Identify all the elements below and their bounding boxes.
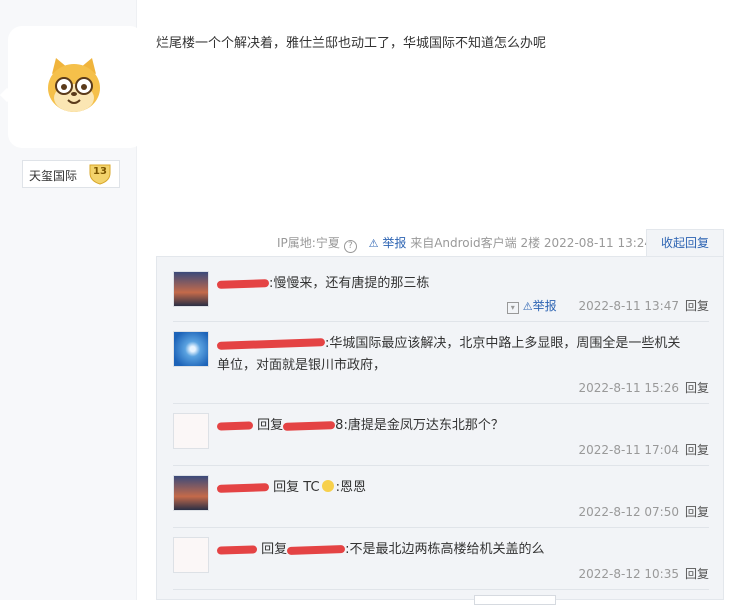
reply-avatar[interactable] bbox=[173, 271, 209, 307]
reply-time: 2022-8-11 17:04 bbox=[578, 443, 679, 457]
reply-time: 2022-8-11 13:47 bbox=[578, 299, 679, 313]
redacted-target bbox=[283, 420, 336, 431]
reply-button[interactable]: 回复 bbox=[685, 381, 709, 395]
reply-item: :华城国际最应该解决，北京中路上多显眼，周围全是一些机关 单位，对面就是银川市政… bbox=[173, 331, 709, 404]
reply-text-continued: 单位，对面就是银川市政府， bbox=[217, 358, 387, 373]
reply-button[interactable]: 回复 bbox=[685, 505, 709, 519]
reply-button[interactable]: 回复 bbox=[685, 299, 709, 313]
dropdown-icon[interactable]: ▾ bbox=[506, 302, 519, 314]
reply-prefix: 回复 bbox=[257, 418, 284, 433]
reply-meta: 2022-8-11 17:04 回复 bbox=[578, 441, 709, 458]
redacted-target bbox=[287, 544, 346, 555]
reply-item: 回复 :不是最北边两栋高楼给机关盖的么 2022-8-12 10:35 回复 bbox=[173, 537, 709, 590]
forum-badge[interactable]: 天玺国际 13 bbox=[22, 160, 120, 188]
reply-meta: 2022-8-12 10:35 回复 bbox=[578, 565, 709, 582]
shield-warning-icon: ⚠ bbox=[522, 300, 533, 313]
redacted-username bbox=[216, 278, 270, 289]
reply-item: :慢慢来，还有唐提的那三栋 ▾ ⚠举报 2022-8-11 13:47 回复 bbox=[173, 271, 709, 322]
reply-text: :不是最北边两栋高楼给机关盖的么 bbox=[345, 542, 545, 557]
shield-warning-icon: ⚠ bbox=[368, 237, 379, 250]
reply-time: 2022-8-12 07:50 bbox=[578, 505, 679, 519]
collapse-replies-button[interactable]: 收起回复 bbox=[646, 229, 724, 256]
reply-target: TC bbox=[303, 480, 320, 495]
reply-time: 2022-8-11 15:26 bbox=[578, 381, 679, 395]
post-tail: IP属地:宁夏? ⚠ 举报 来自Android客户端 2楼 2022-08-11… bbox=[277, 234, 653, 253]
reply-panel: :慢慢来，还有唐提的那三栋 ▾ ⚠举报 2022-8-11 13:47 回复 :华城… bbox=[156, 256, 724, 600]
level-badge: 13 bbox=[88, 163, 112, 185]
redacted-username bbox=[216, 482, 270, 493]
floor-number: 2楼 bbox=[520, 236, 541, 250]
report-link[interactable]: ⚠ 举报 bbox=[369, 236, 407, 250]
reply-input-button[interactable] bbox=[474, 595, 556, 605]
reply-text: :唐提是金凤万达东北那个？ bbox=[343, 418, 504, 433]
reply-text: :华城国际最应该解决，北京中路上多显眼，周围全是一些机关 bbox=[325, 336, 681, 351]
reply-button[interactable]: 回复 bbox=[685, 567, 709, 581]
reply-item: 回复 TC :恩恩 2022-8-12 07:50 回复 bbox=[173, 475, 709, 528]
reply-text: :慢慢来，还有唐提的那三栋 bbox=[269, 276, 430, 291]
reply-meta: 2022-8-12 07:50 回复 bbox=[578, 503, 709, 520]
reply-prefix: 回复 bbox=[261, 542, 288, 557]
reply-line: :华城国际最应该解决，北京中路上多显眼，周围全是一些机关 单位，对面就是银川市政… bbox=[216, 333, 707, 377]
reply-line: :慢慢来，还有唐提的那三栋 bbox=[216, 273, 707, 295]
reply-button[interactable]: 回复 bbox=[685, 443, 709, 457]
question-circle-icon[interactable]: ? bbox=[343, 240, 357, 253]
emoji-icon bbox=[321, 480, 334, 492]
reply-avatar[interactable] bbox=[173, 537, 209, 573]
reply-text: :恩恩 bbox=[335, 480, 366, 495]
post-date: 2022-08-11 13:24 bbox=[543, 236, 653, 250]
reply-line: 回复 TC :恩恩 bbox=[216, 477, 707, 499]
redacted-username bbox=[216, 337, 326, 350]
reply-item: 回复 8:唐提是金凤万达东北那个？ 2022-8-11 17:04 回复 bbox=[173, 413, 709, 466]
ip-location: IP属地:宁夏 bbox=[277, 236, 340, 250]
redacted-username bbox=[216, 544, 258, 555]
level-number: 13 bbox=[93, 166, 107, 177]
report-link[interactable]: 举报 bbox=[533, 299, 557, 313]
reply-prefix: 回复 bbox=[273, 480, 300, 495]
reply-avatar[interactable] bbox=[173, 331, 209, 367]
reply-time: 2022-8-12 10:35 bbox=[578, 567, 679, 581]
source-client: 来自Android客户端 bbox=[410, 236, 517, 250]
reply-avatar[interactable] bbox=[173, 475, 209, 511]
author-avatar[interactable] bbox=[0, 26, 144, 148]
forum-badge-name: 天玺国际 bbox=[29, 169, 78, 183]
reply-line: 回复 :不是最北边两栋高楼给机关盖的么 bbox=[216, 539, 707, 561]
redacted-username bbox=[216, 420, 254, 431]
reply-meta: ▾ ⚠举报 2022-8-11 13:47 回复 bbox=[506, 297, 709, 314]
doge-avatar-icon bbox=[48, 58, 100, 112]
reply-avatar[interactable] bbox=[173, 413, 209, 449]
author-column: 天玺国际 13 bbox=[0, 0, 144, 600]
post-content: 烂尾楼一个个解决着，雅仕兰邸也动工了，华城国际不知道怎么办呢 bbox=[156, 36, 547, 51]
reply-line: 回复 8:唐提是金凤万达东北那个？ bbox=[216, 415, 707, 437]
reply-meta: 2022-8-11 15:26 回复 bbox=[578, 379, 709, 396]
